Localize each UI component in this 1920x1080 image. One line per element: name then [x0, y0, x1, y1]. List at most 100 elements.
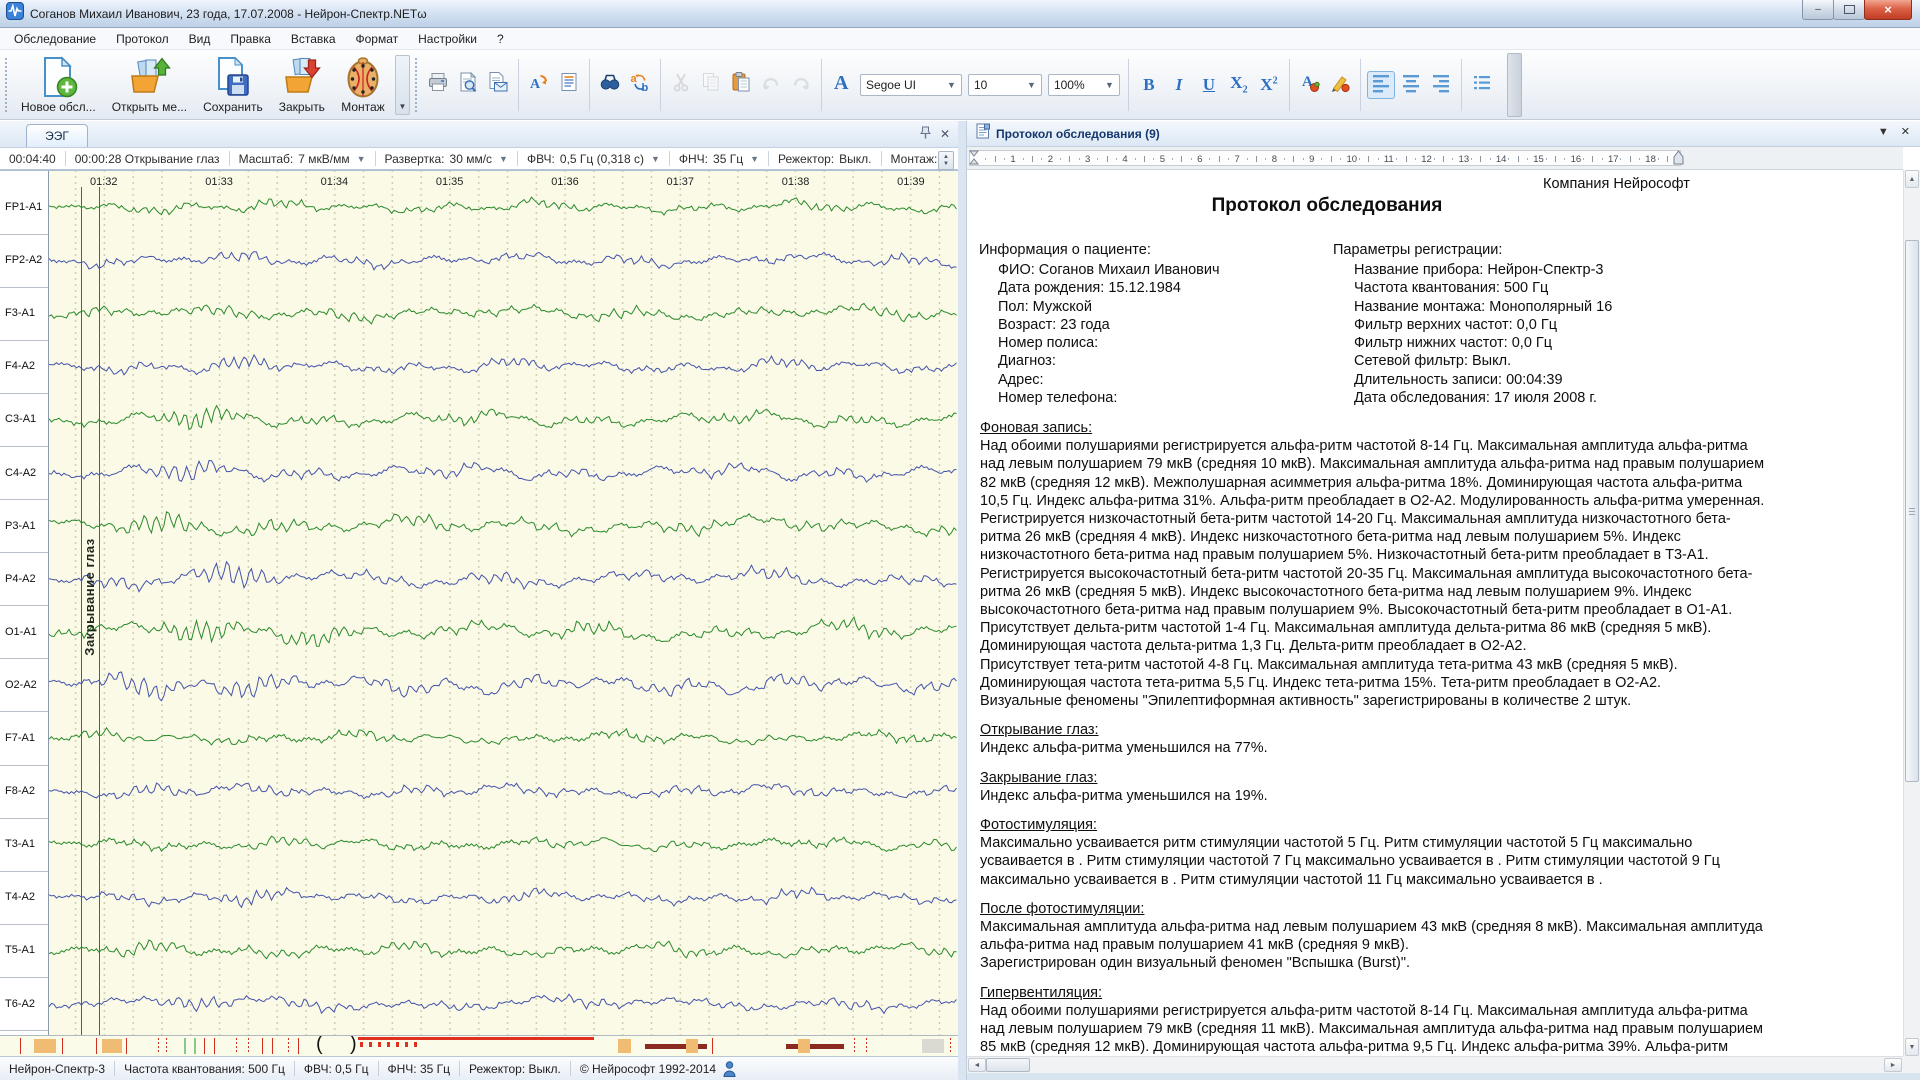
- фвч-field[interactable]: ФВЧ:0,5 Гц (0,318 с)▼: [527, 152, 660, 166]
- eeg-waveforms[interactable]: [49, 171, 957, 1034]
- field-label: Монтаж:: [891, 152, 938, 166]
- menu-item-4[interactable]: Правка: [220, 30, 281, 48]
- binoculars-button[interactable]: [596, 71, 624, 99]
- vertical-scrollbar[interactable]: ▲ ▼: [1903, 170, 1920, 1056]
- menu-item-7[interactable]: Настройки: [408, 30, 487, 48]
- menu-item-2[interactable]: Протокол: [106, 30, 179, 48]
- channel-label: T4-A2: [5, 891, 35, 903]
- eeg-panel-header: ЭЭГ ✕: [0, 121, 958, 147]
- ruler-dot: [1564, 158, 1565, 160]
- align-left-button[interactable]: [1367, 71, 1395, 99]
- scroll-down-icon[interactable]: ▼: [1905, 1038, 1919, 1056]
- save-exam-button[interactable]: Сохранить: [195, 52, 271, 118]
- overview-red-line: [96, 1038, 97, 1054]
- close-panel-icon[interactable]: ✕: [1901, 127, 1910, 138]
- menu-item-8[interactable]: ?: [487, 30, 514, 48]
- align-right-button[interactable]: [1427, 71, 1455, 99]
- channel-label: O2-A2: [5, 679, 37, 691]
- align-center-button[interactable]: [1397, 71, 1425, 99]
- page-mail-button[interactable]: [484, 71, 512, 99]
- highlight-button[interactable]: [1326, 71, 1354, 99]
- waveform-T4-A2: [49, 887, 957, 907]
- protocol-list-button[interactable]: [555, 71, 583, 99]
- scroll-right-icon[interactable]: ►: [1884, 1058, 1902, 1072]
- section-line: Индекс альфа-ритма уменьшился на 19%.: [980, 787, 1899, 805]
- menu-item-6[interactable]: Формат: [346, 30, 409, 48]
- ruler-tick: [1256, 156, 1257, 162]
- scrollbar-thumb[interactable]: [986, 1058, 1030, 1072]
- patient-row: Адрес:: [998, 371, 1220, 389]
- field-value: Выкл.: [839, 152, 871, 166]
- font-color-button[interactable]: A: [1296, 71, 1324, 99]
- zoom-combo[interactable]: 100%▼: [1048, 74, 1120, 96]
- close-exam-button[interactable]: Закрыть: [271, 52, 333, 118]
- toolbar-handle[interactable]: [1507, 53, 1522, 117]
- фнч-field[interactable]: ФНЧ:35 Гц▼: [679, 152, 759, 166]
- underline-button[interactable]: U: [1195, 71, 1223, 99]
- font-a-button[interactable]: A: [828, 71, 856, 99]
- scroll-up-icon[interactable]: ▲: [1905, 170, 1919, 188]
- analyzed-range-dashes: [360, 1042, 422, 1047]
- montage-dropdown-button[interactable]: ▼: [395, 55, 410, 115]
- replace-ab-button[interactable]: ab: [626, 71, 654, 99]
- scrollbar-thumb[interactable]: [1905, 240, 1919, 782]
- menu-item-1[interactable]: Обследование: [4, 30, 106, 48]
- subscript-button[interactable]: X2: [1225, 71, 1253, 99]
- patient-info-rows: ФИО: Соганов Михаил ИвановичДата рождени…: [998, 261, 1220, 407]
- pin-icon[interactable]: [920, 126, 931, 141]
- развертка-field[interactable]: Развертка:30 мм/с▼: [385, 152, 508, 166]
- indent-marker-right[interactable]: [1673, 149, 1684, 172]
- close-panel-icon[interactable]: ✕: [940, 128, 950, 140]
- time-label: 01:33: [205, 176, 233, 188]
- toolbar-grip[interactable]: [4, 57, 9, 113]
- superscript-button[interactable]: X2: [1255, 71, 1283, 99]
- channel-separator: [0, 340, 48, 341]
- superscript-button-glyph: X2: [1260, 76, 1277, 93]
- font-name-combo[interactable]: Segoe UI▼: [860, 74, 962, 96]
- montage-spin-button[interactable]: ▲▼: [938, 151, 954, 170]
- redo-icon: [790, 71, 812, 98]
- ruler-dot: [1490, 158, 1491, 160]
- big-button-label: Монтаж: [341, 100, 385, 114]
- title-bar: Соганов Михаил Иванович, 23 года, 17.07.…: [0, 0, 1920, 28]
- open-exam-button[interactable]: Открыть ме...: [104, 52, 195, 118]
- menu-item-3[interactable]: Вид: [179, 30, 221, 48]
- paste-button[interactable]: [727, 71, 755, 99]
- protocol-document[interactable]: Компания Нейрософт Протокол обследования…: [967, 170, 1903, 1056]
- page-mail-icon: [487, 71, 509, 98]
- ruler-number: 17: [1608, 154, 1619, 165]
- menu-item-5[interactable]: Вставка: [281, 30, 346, 48]
- view-bracket-open: (: [316, 1035, 323, 1056]
- record-overview-strip[interactable]: (): [0, 1035, 958, 1056]
- bullet-list-icon: [1471, 71, 1493, 98]
- big-button-label: Сохранить: [203, 100, 263, 114]
- registration-row: Частота квантования: 500 Гц: [1354, 279, 1612, 297]
- protocol-sections: Фоновая запись:Над обоими полушариями ре…: [980, 419, 1899, 1056]
- panel-splitter[interactable]: [958, 121, 966, 1080]
- section-line: высокочастотного бета-ритма над правым п…: [980, 601, 1899, 619]
- ruler-dot: [1434, 158, 1435, 160]
- indent-marker-left[interactable]: [969, 149, 979, 172]
- bold-button[interactable]: B: [1135, 71, 1163, 99]
- new-exam-button[interactable]: Новое обсл...: [13, 52, 104, 118]
- ruler-dot: [1041, 158, 1042, 160]
- maximize-button[interactable]: [1833, 0, 1865, 20]
- section-line: 10,5 Гц. Индекс альфа-ритма 31%. Альфа-р…: [980, 492, 1899, 510]
- section-line: 82 мкВ (средняя 12 мкВ). Межполушарная а…: [980, 474, 1899, 492]
- horizontal-scrollbar[interactable]: ◄ ►: [967, 1056, 1903, 1073]
- section-line: Доминирующая частота тета-ритма 5,5 Гц. …: [980, 674, 1899, 692]
- close-button[interactable]: ×: [1864, 0, 1912, 20]
- font-size-combo[interactable]: 10▼: [968, 74, 1042, 96]
- toolbar-grip[interactable]: [414, 57, 419, 113]
- scroll-left-icon[interactable]: ◄: [968, 1058, 986, 1072]
- montage-head-button[interactable]: Монтаж: [333, 52, 393, 118]
- font-replace-button[interactable]: A: [525, 71, 553, 99]
- масштаб-field[interactable]: Масштаб:7 мкВ/мм▼: [239, 152, 366, 166]
- tab-eeg[interactable]: ЭЭГ: [26, 124, 88, 147]
- print-button[interactable]: [424, 71, 452, 99]
- minimize-button[interactable]: –: [1802, 0, 1834, 20]
- italic-button[interactable]: I: [1165, 71, 1193, 99]
- panel-menu-icon[interactable]: ▼: [1878, 127, 1889, 138]
- page-preview-button[interactable]: [454, 71, 482, 99]
- bullet-list-button[interactable]: [1468, 71, 1496, 99]
